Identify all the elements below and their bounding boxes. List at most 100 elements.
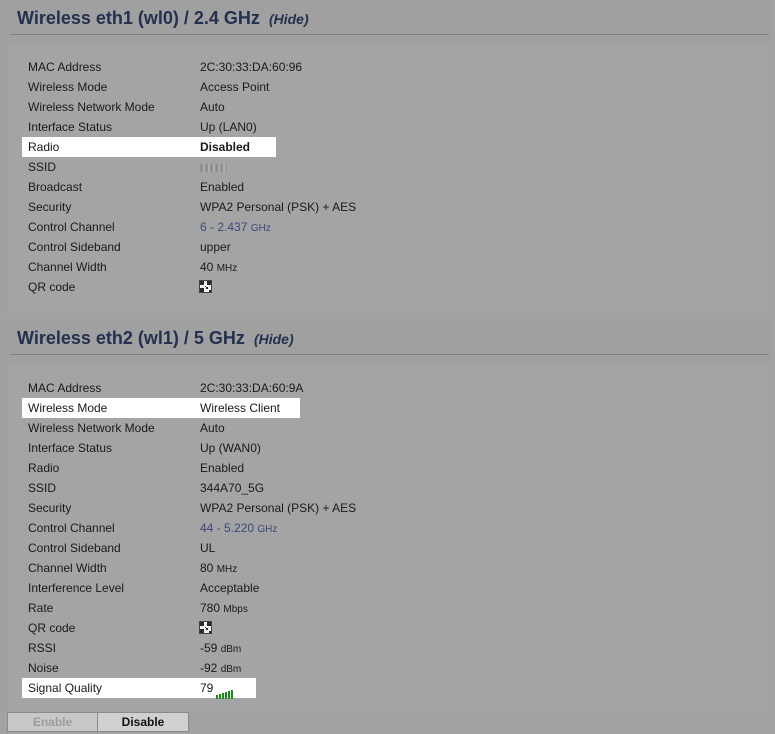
wl1-channel-label: Control Channel bbox=[28, 521, 115, 535]
wl0-row-ssid: SSID bbox=[22, 157, 622, 177]
wl0-sideband-value: upper bbox=[200, 240, 231, 254]
wl1-rssi-value: -59 dBm bbox=[200, 638, 241, 660]
wl1-noise-number: -92 bbox=[200, 661, 218, 675]
wl1-row-rssi: RSSI -59 dBm bbox=[22, 638, 622, 658]
wl1-row-netmode: Wireless Network Mode Auto bbox=[22, 418, 622, 438]
wl0-width-label: Channel Width bbox=[28, 260, 107, 274]
wl1-row-mode: Wireless Mode Wireless Client bbox=[22, 398, 300, 418]
wl0-sideband-label: Control Sideband bbox=[28, 240, 121, 254]
wl1-row-security: Security WPA2 Personal (PSK) + AES bbox=[22, 498, 622, 518]
wl1-interference-label: Interference Level bbox=[28, 581, 125, 595]
wl1-netmode-label: Wireless Network Mode bbox=[28, 421, 155, 435]
wl0-title-text: Wireless eth1 (wl0) / 2.4 GHz bbox=[17, 8, 260, 28]
wl0-width-unit: MHz bbox=[216, 263, 238, 274]
wl0-panel: MAC Address 2C:30:33:DA:60:96 Wireless M… bbox=[8, 44, 769, 310]
wl1-title: Wireless eth2 (wl1) / 5 GHz (Hide) bbox=[17, 328, 294, 349]
wl1-width-unit: MHz bbox=[216, 564, 238, 575]
wl1-row-radio: Radio Enabled bbox=[22, 458, 622, 478]
wl1-mode-value: Wireless Client bbox=[200, 401, 281, 415]
wl0-row-qr: QR code bbox=[22, 277, 622, 297]
wl1-panel: MAC Address 2C:30:33:DA:60:9A Wireless M… bbox=[8, 364, 769, 710]
wl0-qr-value bbox=[199, 277, 212, 297]
signal-bars-icon bbox=[216, 679, 234, 699]
wl1-sideband-value: UL bbox=[200, 541, 216, 555]
wl0-row-sideband: Control Sideband upper bbox=[22, 237, 622, 257]
wl0-hide-link[interactable]: (Hide) bbox=[269, 11, 309, 27]
wl1-radio-value: Enabled bbox=[200, 461, 245, 475]
wl1-section: Wireless eth2 (wl1) / 5 GHz (Hide) MAC A… bbox=[0, 320, 771, 710]
wl0-row-mac: MAC Address 2C:30:33:DA:60:96 bbox=[22, 57, 622, 77]
qr-code-icon[interactable] bbox=[199, 621, 212, 634]
wl0-channel-value[interactable]: 6 - 2.437 GHz bbox=[200, 217, 271, 239]
wl1-ssid-value: 344A70_5G bbox=[200, 481, 265, 495]
wl1-mac-label: MAC Address bbox=[28, 381, 102, 395]
wl1-width-value: 80 MHz bbox=[200, 558, 237, 580]
wl1-sideband-label: Control Sideband bbox=[28, 541, 121, 555]
wl1-quality-value: 79 bbox=[200, 678, 234, 699]
wl1-rate-value: 780 Mbps bbox=[200, 598, 248, 620]
wl0-section: Wireless eth1 (wl0) / 2.4 GHz (Hide) MAC… bbox=[0, 0, 771, 310]
wl0-channel-label: Control Channel bbox=[28, 220, 115, 234]
wl0-title: Wireless eth1 (wl0) / 2.4 GHz (Hide) bbox=[17, 8, 309, 29]
wl1-title-text: Wireless eth2 (wl1) / 5 GHz bbox=[17, 328, 245, 348]
wl0-netmode-label: Wireless Network Mode bbox=[28, 100, 155, 114]
wl1-netmode-value: Auto bbox=[200, 421, 225, 435]
wl0-broadcast-value: Enabled bbox=[200, 180, 245, 194]
wl0-ssid-value bbox=[200, 157, 226, 177]
wl1-noise-value: -92 dBm bbox=[200, 658, 241, 680]
qr-code-icon[interactable] bbox=[199, 280, 212, 293]
wl0-broadcast-label: Broadcast bbox=[28, 180, 83, 194]
wl0-security-value: WPA2 Personal (PSK) + AES bbox=[200, 200, 357, 214]
ssid-redacted bbox=[200, 163, 226, 172]
wl1-rate-label: Rate bbox=[28, 601, 54, 615]
wl0-security-label: Security bbox=[28, 200, 72, 214]
wl1-quality-number: 79 bbox=[200, 681, 214, 695]
wl1-channel-value[interactable]: 44 - 5.220 GHz bbox=[200, 518, 277, 540]
wl1-row-width: Channel Width 80 MHz bbox=[22, 558, 622, 578]
wl1-width-label: Channel Width bbox=[28, 561, 107, 575]
wl0-divider bbox=[10, 34, 769, 35]
wl0-radio-label: Radio bbox=[28, 140, 60, 154]
wl1-mode-label: Wireless Mode bbox=[28, 401, 108, 415]
wl1-rssi-label: RSSI bbox=[28, 641, 57, 655]
wl0-channel-unit: GHz bbox=[250, 223, 271, 234]
wl1-divider bbox=[10, 354, 769, 355]
wl1-noise-unit: dBm bbox=[220, 664, 242, 675]
wl1-channel-number[interactable]: 44 - 5.220 bbox=[200, 521, 254, 535]
wl1-ifstatus-value: Up (WAN0) bbox=[200, 441, 261, 455]
wl1-row-sideband: Control Sideband UL bbox=[22, 538, 622, 558]
wl1-rate-number: 780 bbox=[200, 601, 221, 615]
wl1-qr-label: QR code bbox=[28, 621, 76, 635]
enable-button[interactable]: Enable bbox=[7, 712, 98, 732]
wl1-ssid-label: SSID bbox=[28, 481, 57, 495]
wl0-mode-label: Wireless Mode bbox=[28, 80, 108, 94]
wl1-row-ifstatus: Interface Status Up (WAN0) bbox=[22, 438, 622, 458]
wl0-row-security: Security WPA2 Personal (PSK) + AES bbox=[22, 197, 622, 217]
wl1-security-label: Security bbox=[28, 501, 72, 515]
wl1-hide-link[interactable]: (Hide) bbox=[254, 331, 294, 347]
wl1-row-qr: QR code bbox=[22, 618, 622, 638]
wl1-channel-unit: GHz bbox=[257, 524, 278, 535]
wl0-mode-value: Access Point bbox=[200, 80, 270, 94]
wl0-row-netmode: Wireless Network Mode Auto bbox=[22, 97, 622, 117]
wl0-netmode-value: Auto bbox=[200, 100, 225, 114]
wl1-row-rate: Rate 780 Mbps bbox=[22, 598, 622, 618]
wl0-channel-number[interactable]: 6 - 2.437 bbox=[200, 220, 247, 234]
disable-button[interactable]: Disable bbox=[97, 712, 189, 732]
wl0-row-mode: Wireless Mode Access Point bbox=[22, 77, 622, 97]
wl1-rssi-unit: dBm bbox=[220, 644, 242, 655]
wl1-mac-value: 2C:30:33:DA:60:9A bbox=[200, 381, 304, 395]
wl1-rssi-number: -59 bbox=[200, 641, 218, 655]
wl0-ssid-label: SSID bbox=[28, 160, 57, 174]
wl0-row-width: Channel Width 40 MHz bbox=[22, 257, 622, 277]
wl0-ifstatus-value: Up (LAN0) bbox=[200, 120, 257, 134]
wl1-row-quality: Signal Quality 79 bbox=[22, 678, 256, 699]
wl1-radio-label: Radio bbox=[28, 461, 60, 475]
wl0-ifstatus-label: Interface Status bbox=[28, 120, 113, 134]
wl0-mac-value: 2C:30:33:DA:60:96 bbox=[200, 60, 303, 74]
wl1-rate-unit: Mbps bbox=[223, 604, 248, 615]
wl1-width-number: 80 bbox=[200, 561, 214, 575]
wl0-row-broadcast: Broadcast Enabled bbox=[22, 177, 622, 197]
wl0-qr-label: QR code bbox=[28, 280, 76, 294]
wl1-row-noise: Noise -92 dBm bbox=[22, 658, 622, 678]
